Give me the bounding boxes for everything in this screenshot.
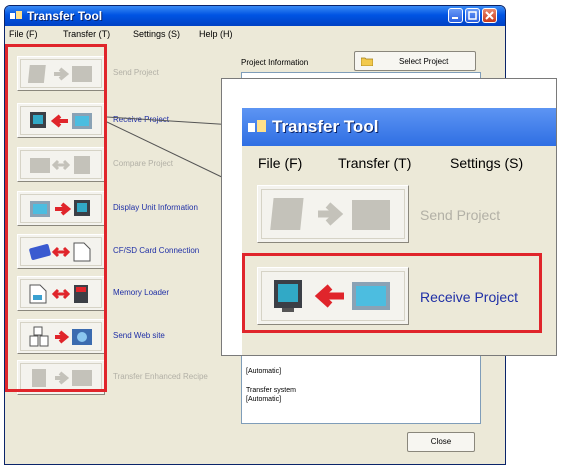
zoom-menu-file[interactable]: File (F) xyxy=(258,155,302,171)
app-icon xyxy=(248,120,266,132)
zoom-send-project-label: Send Project xyxy=(420,207,501,223)
send-project-icon xyxy=(270,198,390,230)
zoom-window-title: Transfer Tool xyxy=(272,117,379,136)
zoom-menu-transfer[interactable]: Transfer (T) xyxy=(338,155,411,171)
zoom-send-project-button[interactable] xyxy=(257,185,409,243)
zoom-menu-settings[interactable]: Settings (S) xyxy=(450,155,523,171)
zoom-title-bar: Transfer Tool xyxy=(242,108,556,146)
receive-project-highlight xyxy=(242,253,542,333)
